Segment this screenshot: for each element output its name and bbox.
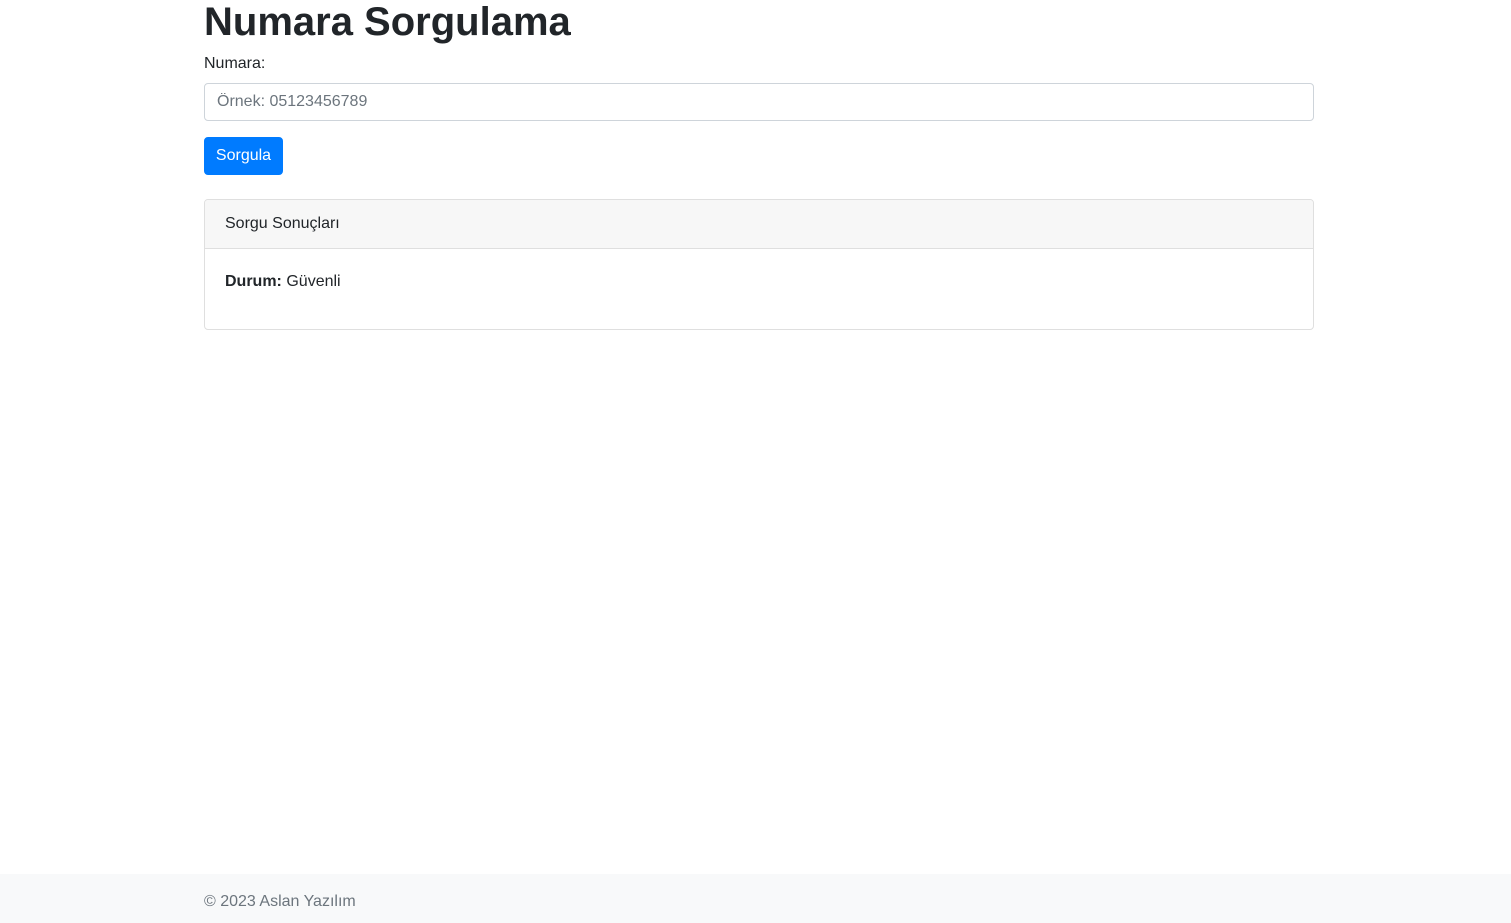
footer: © 2023 Aslan Yazılım [0, 874, 1511, 923]
results-card-title: Sorgu Sonuçları [225, 215, 340, 232]
results-card-header: Sorgu Sonuçları [205, 200, 1313, 249]
status-line: Durum: Güvenli [225, 273, 1293, 291]
number-field-label: Numara: [204, 55, 266, 72]
number-input[interactable] [204, 83, 1314, 121]
status-label: Durum: [225, 273, 282, 290]
query-button[interactable]: Sorgula [204, 137, 283, 175]
page-title: Numara Sorgulama [204, 0, 571, 44]
status-value: Güvenli [286, 273, 341, 290]
footer-copyright: © 2023 Aslan Yazılım [204, 893, 356, 910]
page: Numara Sorgulama Numara: Sorgula Sorgu S… [0, 0, 1511, 923]
results-card: Sorgu Sonuçları Durum: Güvenli [204, 199, 1314, 330]
results-card-body: Durum: Güvenli [205, 273, 1313, 291]
